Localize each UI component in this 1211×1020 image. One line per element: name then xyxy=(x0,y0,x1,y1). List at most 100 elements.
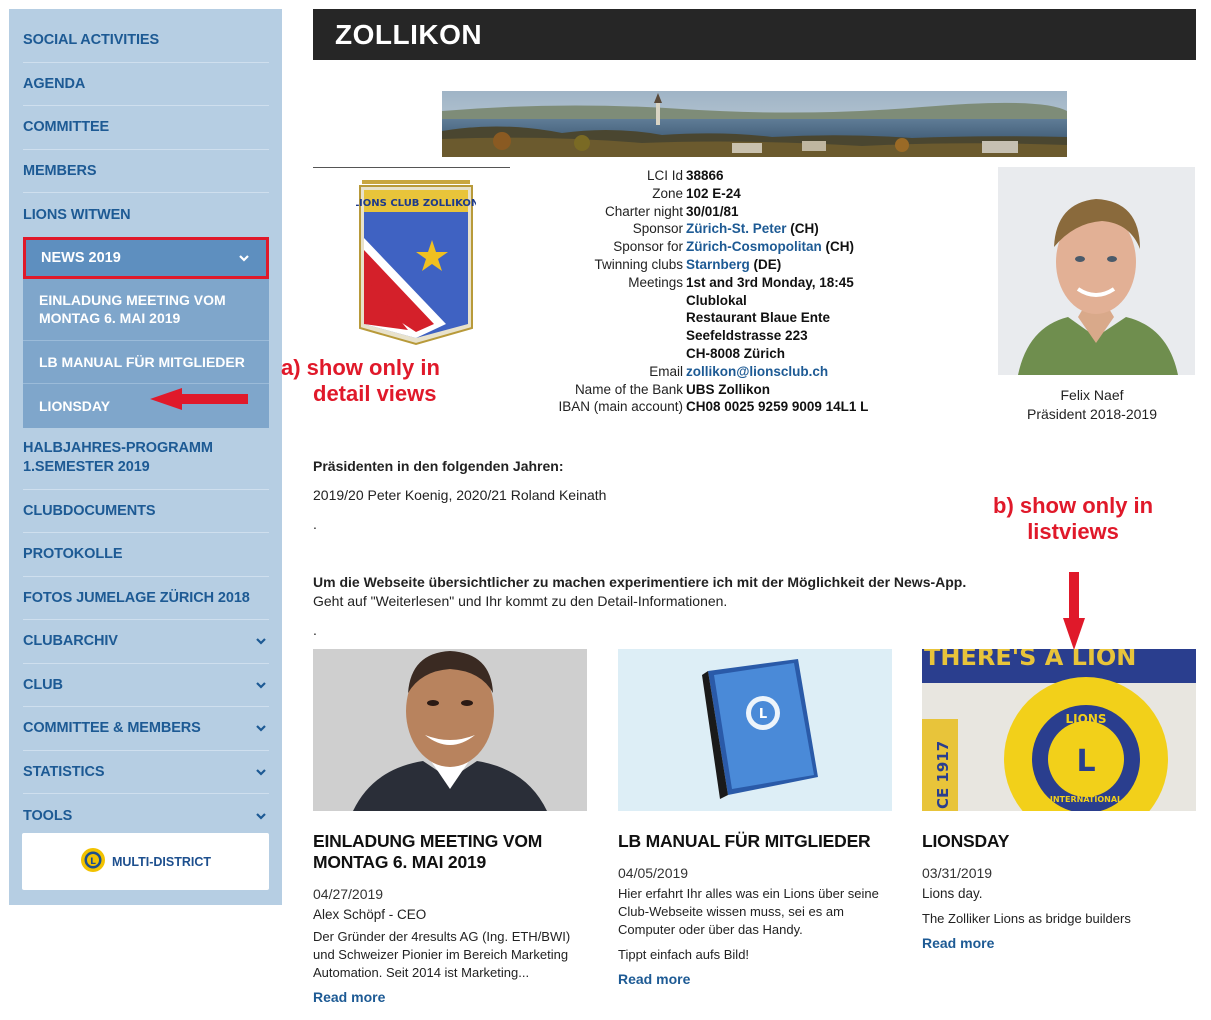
sidebar-item[interactable]: MEMBERS xyxy=(23,150,269,193)
sidebar-item[interactable]: FOTOS JUMELAGE ZÜRICH 2018 xyxy=(23,577,269,620)
multi-district-button[interactable]: L MULTI-DISTRICT xyxy=(22,833,269,890)
sponsor-for-link[interactable]: Zürich-Cosmopolitan xyxy=(686,239,822,254)
sidebar-item[interactable]: TOOLS xyxy=(23,794,269,838)
lionsday-emblem-top-text: LIONS xyxy=(1066,712,1107,726)
page-title-bar: ZOLLIKON xyxy=(313,9,1196,60)
club-info: LCI Id 38866 Zone 102 E-24 Charter night 30… xyxy=(520,167,868,416)
email-link[interactable]: zollikon@lionsclub.ch xyxy=(686,364,828,379)
club-pennant-image: LIONS CLUB ZOLLIKON xyxy=(353,178,479,351)
presidents-text: 2019/20 Peter Koenig, 2020/21 Roland Kei… xyxy=(313,487,607,503)
sidebar-item[interactable]: CLUBDOCUMENTS xyxy=(23,490,269,533)
annotation-a: a) show only in detail views xyxy=(281,355,440,407)
separator-dot: . xyxy=(313,622,317,638)
president-role: Präsident 2018-2019 xyxy=(1027,406,1157,422)
news-card-image[interactable] xyxy=(313,649,587,811)
chevron-down-icon[interactable] xyxy=(255,635,267,647)
info-value: UBS Zollikon xyxy=(686,381,770,397)
president-photo xyxy=(998,167,1195,375)
info-value: 102 E-24 xyxy=(686,185,741,201)
info-label: Sponsor for xyxy=(613,239,683,255)
president-caption: Felix Naef Präsident 2018-2019 xyxy=(998,386,1186,424)
twinning-country: (DE) xyxy=(753,256,782,272)
chevron-down-icon[interactable] xyxy=(255,766,267,778)
separator-dot: . xyxy=(313,516,317,532)
sidebar-item-label: TOOLS xyxy=(23,807,73,824)
read-more-link[interactable]: Read more xyxy=(618,971,892,987)
info-row: Sponsor for Zürich-Cosmopolitan (CH) xyxy=(520,238,868,256)
annotation-b: b) show only in listviews xyxy=(993,493,1153,545)
sidebar-item[interactable]: SOCIAL ACTIVITIES xyxy=(23,19,269,63)
info-row: Charter night 30/01/81 xyxy=(520,203,868,221)
news-card: THERE'S A LION CE 1917 LIONS INTERNATION… xyxy=(922,649,1196,951)
sidebar-item[interactable]: HALBJAHRES-PROGRAMM 1.SEMESTER 2019 xyxy=(23,428,269,490)
sidebar-item[interactable]: CLUB xyxy=(23,664,269,707)
news-card-title[interactable]: LB MANUAL FÜR MITGLIEDER xyxy=(618,831,892,852)
chevron-down-icon[interactable] xyxy=(255,679,267,691)
president-name: Felix Naef xyxy=(1060,387,1124,403)
sidebar-item-label: STATISTICS xyxy=(23,763,105,780)
sidebar-item[interactable]: CLUBARCHIV xyxy=(23,620,269,664)
sponsor-link[interactable]: Zürich-St. Peter xyxy=(686,221,787,236)
news-card-title[interactable]: EINLADUNG MEETING VOM MONTAG 6. MAI 2019 xyxy=(313,831,587,873)
info-value: 38866 xyxy=(686,168,724,183)
news-card-date: 03/31/2019 xyxy=(922,865,993,881)
intro-text: Geht auf "Weiterlesen" und Ihr kommt zu … xyxy=(313,593,728,609)
twinning-link[interactable]: Starnberg xyxy=(686,257,750,272)
chevron-down-icon[interactable] xyxy=(255,722,267,734)
news-card-date: 04/27/2019 xyxy=(313,886,384,902)
sidebar-item[interactable]: STATISTICS xyxy=(23,751,269,794)
news-card-subtitle: Alex Schöpf - CEO xyxy=(313,907,427,922)
news-card: L LB MANUAL FÜR MITGLIEDER 04/05/2019 Hi… xyxy=(618,649,892,987)
sidebar-subitem-label: LIONSDAY xyxy=(39,397,111,414)
info-row: Twinning clubs Starnberg (DE) xyxy=(520,256,868,274)
info-label: Sponsor xyxy=(632,221,683,237)
info-value: zollikon@lionsclub.ch xyxy=(686,363,828,381)
info-value: CH08 0025 9259 9009 14L1 L xyxy=(686,399,869,415)
info-value: Zürich-St. Peter (CH) xyxy=(686,220,819,238)
info-value: Starnberg (DE) xyxy=(686,256,781,274)
info-label: IBAN (main account) xyxy=(558,399,683,415)
annotation-b-line2: listviews xyxy=(1027,519,1119,544)
sidebar-item-label: CLUB xyxy=(23,676,63,693)
lionsday-emblem-bottom-text: INTERNATIONAL xyxy=(1050,795,1122,804)
sidebar-item-label: FOTOS JUMELAGE ZÜRICH 2018 xyxy=(23,589,250,606)
sidebar-item[interactable]: LIONS WITWEN xyxy=(23,193,269,237)
sponsor-country: (CH) xyxy=(790,221,819,237)
chevron-down-icon[interactable] xyxy=(255,810,267,822)
sidebar-item-label: COMMITTEE & MEMBERS xyxy=(23,720,201,737)
sidebar-item-label: AGENDA xyxy=(23,75,86,92)
news-card-image[interactable]: THERE'S A LION CE 1917 LIONS INTERNATION… xyxy=(922,649,1196,811)
sidebar-subitem-lb-manual[interactable]: LB MANUAL FÜR MITGLIEDER xyxy=(23,341,269,384)
annotation-b-line1: b) show only in xyxy=(993,493,1154,518)
news-card-title[interactable]: LIONSDAY xyxy=(922,831,1196,852)
divider xyxy=(313,167,510,168)
news-card-image[interactable]: L xyxy=(618,649,892,811)
sidebar-item[interactable]: COMMITTEE & MEMBERS xyxy=(23,707,269,751)
meetings-line: Clublokal xyxy=(686,292,747,308)
info-label: Charter night xyxy=(604,203,683,219)
info-row: Email zollikon@lionsclub.ch xyxy=(520,363,868,381)
sidebar-item-news-2019[interactable]: NEWS 2019 xyxy=(23,236,269,279)
info-label: Zone xyxy=(652,185,683,201)
lionsday-image-caption: THERE'S A LION xyxy=(924,649,1136,671)
sidebar-item-label: COMMITTEE xyxy=(23,119,110,136)
info-row: LCI Id 38866 xyxy=(520,167,868,185)
read-more-link[interactable]: Read more xyxy=(313,989,587,1005)
info-value: 30/01/81 xyxy=(686,203,739,219)
chevron-down-icon[interactable] xyxy=(238,252,250,264)
sidebar-item[interactable]: COMMITTEE xyxy=(23,106,269,150)
sidebar-item-label: MEMBERS xyxy=(23,162,97,179)
meetings-value: 1st and 3rd Monday, 18:45 Clublokal Rest… xyxy=(686,274,854,363)
multi-district-label: MULTI-DISTRICT xyxy=(111,854,212,869)
info-label: Twinning clubs xyxy=(594,256,683,272)
sidebar-item[interactable]: AGENDA xyxy=(23,63,269,106)
meetings-line: 1st and 3rd Monday, 18:45 xyxy=(686,274,854,290)
news-card-subtitle: Lions day. xyxy=(922,886,983,901)
sidebar-subitem-einladung[interactable]: EINLADUNG MEETING VOM MONTAG 6. MAI 2019 xyxy=(23,279,269,341)
meetings-line: Seefeldstrasse 223 xyxy=(686,328,808,344)
info-row: Meetings 1st and 3rd Monday, 18:45 Clubl… xyxy=(520,274,868,363)
sidebar-item[interactable]: PROTOKOLLE xyxy=(23,533,269,577)
info-value: Zürich-Cosmopolitan (CH) xyxy=(686,238,854,256)
red-arrow-left-icon xyxy=(150,388,248,415)
read-more-link[interactable]: Read more xyxy=(922,935,1196,951)
